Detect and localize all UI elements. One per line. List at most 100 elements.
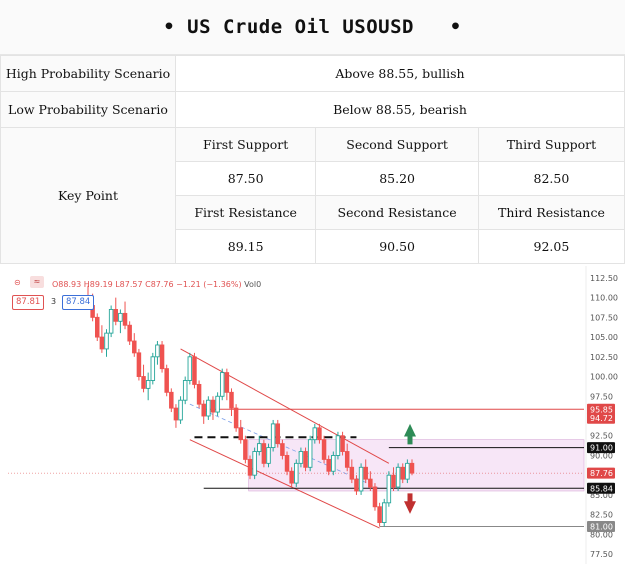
candle-body xyxy=(252,451,257,476)
price-label: 91.00 xyxy=(590,444,613,453)
ohlc-close: C87.76 xyxy=(145,280,174,289)
second-support-value: 85.20 xyxy=(315,161,479,196)
y-tick-label: 100.00 xyxy=(590,373,618,382)
title-bar: • US Crude Oil USOUSD • xyxy=(0,0,625,55)
candle-body xyxy=(169,391,174,409)
bid-price-box[interactable]: 87.81 xyxy=(12,295,45,310)
key-point-label: Key Point xyxy=(0,127,176,264)
first-resistance-header: First Resistance xyxy=(174,195,317,230)
ask-price-box[interactable]: 87.84 xyxy=(62,295,95,310)
candle-body xyxy=(132,340,137,354)
support-header-row: Key Point First Support Second Support T… xyxy=(0,127,625,264)
candle-body xyxy=(122,312,128,326)
ohlc-volume: Vol0 xyxy=(244,280,262,289)
candle-body xyxy=(326,458,331,472)
candle-body xyxy=(238,427,243,441)
page-title: • US Crude Oil USOUSD • xyxy=(163,16,462,38)
ohlc-low: L87.57 xyxy=(115,280,143,289)
candle-body xyxy=(298,451,304,464)
candle-body xyxy=(127,324,132,342)
first-support-header: First Support xyxy=(174,127,317,162)
candle-body xyxy=(145,380,151,389)
candle-body xyxy=(289,470,294,484)
price-label: 87.76 xyxy=(590,469,613,478)
candle-body xyxy=(141,376,146,389)
candle-body xyxy=(210,399,216,413)
price-chart[interactable]: 77.5080.0082.5085.0087.5090.0092.5095.00… xyxy=(0,266,625,564)
candle-body xyxy=(395,466,401,488)
candle-body xyxy=(358,466,364,492)
y-tick-label: 107.50 xyxy=(590,313,618,322)
candle-body xyxy=(349,466,355,480)
low-scenario-row: Low Probability Scenario Below 88.55, be… xyxy=(0,91,625,128)
indicator-toggle-icon[interactable]: ≈ xyxy=(30,276,44,288)
candle-body xyxy=(233,407,239,429)
candle-body xyxy=(400,466,405,480)
candle-body xyxy=(113,309,119,322)
candle-body xyxy=(182,380,188,401)
candle-body xyxy=(294,462,299,484)
candle-body xyxy=(312,427,318,441)
candlestick-chart-svg[interactable]: 77.5080.0082.5085.0087.5090.0092.5095.00… xyxy=(0,266,625,564)
candle-body xyxy=(178,399,183,421)
candle-body xyxy=(372,486,378,508)
ohlc-high: H89.19 xyxy=(83,280,113,289)
candle-body xyxy=(247,458,253,476)
y-tick-label: 97.50 xyxy=(590,392,613,401)
candle-body xyxy=(377,506,382,523)
candle-body xyxy=(173,407,179,421)
candle-body xyxy=(363,466,368,480)
candle-body xyxy=(280,443,285,456)
price-label: 94.72 xyxy=(590,414,613,423)
candle-body xyxy=(201,403,206,417)
candle-body xyxy=(340,435,345,452)
candle-body xyxy=(354,478,359,492)
y-tick-label: 77.50 xyxy=(590,550,613,559)
candle-body xyxy=(344,451,350,468)
high-scenario-value: Above 88.55, bullish xyxy=(175,55,625,92)
first-resistance-value: 89.15 xyxy=(174,229,317,264)
price-label: 81.00 xyxy=(590,522,613,531)
y-tick-label: 105.00 xyxy=(590,333,618,342)
candle-body xyxy=(206,399,211,417)
candle-body xyxy=(136,352,142,377)
candle-body xyxy=(95,316,100,338)
candle-body xyxy=(317,427,322,441)
candle-body xyxy=(192,356,197,385)
y-tick-label: 110.00 xyxy=(590,294,618,303)
second-support-header: Second Support xyxy=(315,127,479,162)
candle-body xyxy=(159,344,165,370)
third-support-value: 82.50 xyxy=(477,161,625,196)
candle-body xyxy=(224,372,230,393)
candle-body xyxy=(331,455,336,472)
title-text: US Crude Oil USOUSD xyxy=(187,16,414,38)
candle-body xyxy=(257,443,262,452)
candle-body xyxy=(215,395,220,413)
candle-body xyxy=(196,383,202,405)
bearish-arrow-icon xyxy=(404,493,416,514)
third-resistance-header: Third Resistance xyxy=(477,195,625,230)
second-resistance-header: Second Resistance xyxy=(315,195,479,230)
scenario-table: High Probability Scenario Above 88.55, b… xyxy=(0,55,625,264)
candle-body xyxy=(155,344,160,358)
high-scenario-label: High Probability Scenario xyxy=(0,55,176,92)
candle-body xyxy=(284,455,290,472)
candle-body xyxy=(219,372,225,397)
candle-body xyxy=(275,423,281,445)
candle-body xyxy=(243,439,248,460)
candle-body xyxy=(381,502,387,523)
candle-body xyxy=(335,435,341,456)
candle-body xyxy=(391,474,396,488)
candle-body xyxy=(104,332,109,350)
high-scenario-row: High Probability Scenario Above 88.55, b… xyxy=(0,55,625,92)
collapse-icon[interactable]: ⊝ xyxy=(14,278,21,287)
ohlc-open: O88.93 xyxy=(52,280,82,289)
candle-body xyxy=(405,462,410,480)
candle-body xyxy=(99,336,105,350)
candle-body xyxy=(164,368,169,393)
spread-value: 3 xyxy=(51,297,57,306)
candle-body xyxy=(409,462,415,474)
candle-body xyxy=(261,443,267,464)
candle-body xyxy=(187,356,193,381)
candle-body xyxy=(118,312,123,322)
